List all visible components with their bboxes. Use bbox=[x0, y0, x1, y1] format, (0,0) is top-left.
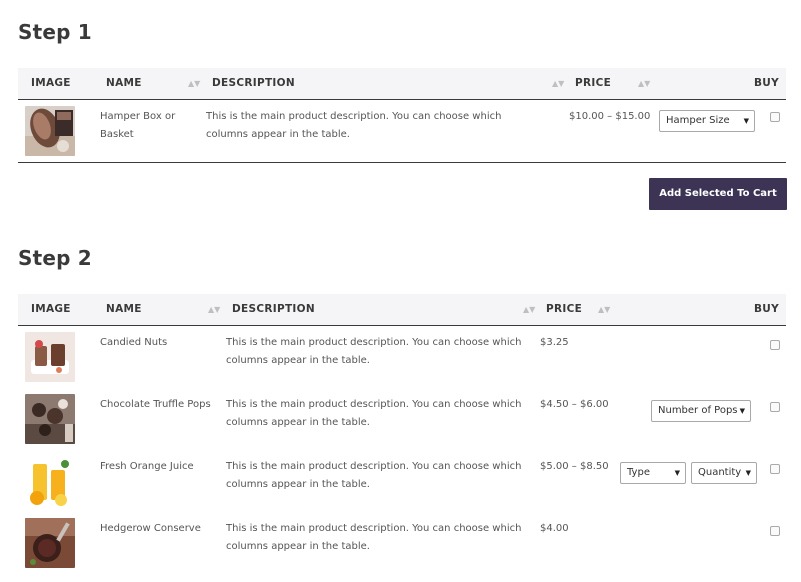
chevron-down-icon: ▼ bbox=[674, 469, 680, 477]
product-image-orange-juice[interactable] bbox=[25, 456, 75, 506]
header-price[interactable]: PRICE bbox=[575, 68, 611, 99]
buy-checkbox[interactable] bbox=[770, 526, 780, 536]
product-price: $3.25 bbox=[540, 337, 569, 348]
header-description[interactable]: DESCRIPTION bbox=[232, 294, 315, 325]
table-header: IMAGE NAME ▲▼ DESCRIPTION ▲▼ PRICE ▲▼ BU… bbox=[18, 294, 786, 326]
sort-icon[interactable]: ▲▼ bbox=[523, 294, 535, 325]
header-image: IMAGE bbox=[31, 77, 71, 89]
product-price: $10.00 – $15.00 bbox=[569, 111, 651, 122]
product-name[interactable]: Candied Nuts bbox=[100, 334, 210, 352]
table-row: Hamper Box or Basket This is the main pr… bbox=[18, 100, 786, 162]
step-2-product-table: IMAGE NAME ▲▼ DESCRIPTION ▲▼ PRICE ▲▼ BU… bbox=[18, 294, 786, 574]
sort-icon[interactable]: ▲▼ bbox=[188, 68, 200, 99]
select-value: Hamper Size bbox=[666, 115, 730, 126]
product-description: This is the main product description. Yo… bbox=[206, 111, 502, 140]
product-price: $4.00 bbox=[540, 523, 569, 534]
product-name[interactable]: Hedgerow Conserve bbox=[100, 520, 220, 538]
product-image-hamper[interactable] bbox=[25, 106, 75, 156]
table-row: Chocolate Truffle Pops This is the main … bbox=[18, 388, 786, 450]
product-name[interactable]: Fresh Orange Juice bbox=[100, 458, 220, 476]
header-price[interactable]: PRICE bbox=[546, 294, 582, 325]
type-select[interactable]: Type ▼ bbox=[620, 462, 686, 484]
sort-icon[interactable]: ▲▼ bbox=[638, 68, 650, 99]
header-description[interactable]: DESCRIPTION bbox=[212, 68, 295, 99]
sort-icon[interactable]: ▲▼ bbox=[552, 68, 564, 99]
table-row: Hedgerow Conserve This is the main produ… bbox=[18, 512, 786, 574]
product-image-candied-nuts[interactable] bbox=[25, 332, 75, 382]
select-value: Quantity bbox=[698, 467, 742, 478]
quantity-select[interactable]: Quantity ▼ bbox=[691, 462, 757, 484]
buy-checkbox[interactable] bbox=[770, 464, 780, 474]
product-description: This is the main product description. Yo… bbox=[226, 337, 522, 366]
product-price: $5.00 – $8.50 bbox=[540, 461, 609, 472]
header-buy: BUY bbox=[754, 77, 780, 89]
chevron-down-icon: ▼ bbox=[745, 469, 751, 477]
chevron-down-icon: ▼ bbox=[739, 407, 745, 415]
buy-checkbox[interactable] bbox=[770, 112, 780, 122]
product-image-truffle-pops[interactable] bbox=[25, 394, 75, 444]
table-row: Candied Nuts This is the main product de… bbox=[18, 326, 786, 388]
header-name[interactable]: NAME bbox=[106, 68, 142, 99]
buy-checkbox[interactable] bbox=[770, 340, 780, 350]
product-image-hedgerow-conserve[interactable] bbox=[25, 518, 75, 568]
table-header: IMAGE NAME ▲▼ DESCRIPTION ▲▼ PRICE ▲▼ BU… bbox=[18, 68, 786, 100]
header-name[interactable]: NAME bbox=[106, 294, 142, 325]
select-value: Number of Pops bbox=[658, 405, 738, 416]
product-description: This is the main product description. Yo… bbox=[226, 461, 522, 490]
chevron-down-icon: ▼ bbox=[743, 117, 749, 125]
step-2-title: Step 2 bbox=[18, 246, 92, 270]
buy-checkbox[interactable] bbox=[770, 402, 780, 412]
add-selected-to-cart-button[interactable]: Add Selected To Cart bbox=[649, 178, 787, 210]
select-value: Type bbox=[627, 467, 650, 478]
product-name[interactable]: Hamper Box or Basket bbox=[100, 108, 200, 144]
product-description: This is the main product description. Yo… bbox=[226, 399, 522, 428]
step-1-product-table: IMAGE NAME ▲▼ DESCRIPTION ▲▼ PRICE ▲▼ BU… bbox=[18, 68, 786, 163]
product-description: This is the main product description. Yo… bbox=[226, 523, 522, 552]
table-row: Fresh Orange Juice This is the main prod… bbox=[18, 450, 786, 512]
hamper-size-select[interactable]: Hamper Size ▼ bbox=[659, 110, 755, 132]
product-name[interactable]: Chocolate Truffle Pops bbox=[100, 396, 220, 414]
step-1-title: Step 1 bbox=[18, 20, 92, 44]
sort-icon[interactable]: ▲▼ bbox=[208, 294, 220, 325]
header-image: IMAGE bbox=[31, 303, 71, 315]
header-buy: BUY bbox=[754, 303, 780, 315]
sort-icon[interactable]: ▲▼ bbox=[598, 294, 610, 325]
number-of-pops-select[interactable]: Number of Pops ▼ bbox=[651, 400, 751, 422]
product-price: $4.50 – $6.00 bbox=[540, 399, 609, 410]
